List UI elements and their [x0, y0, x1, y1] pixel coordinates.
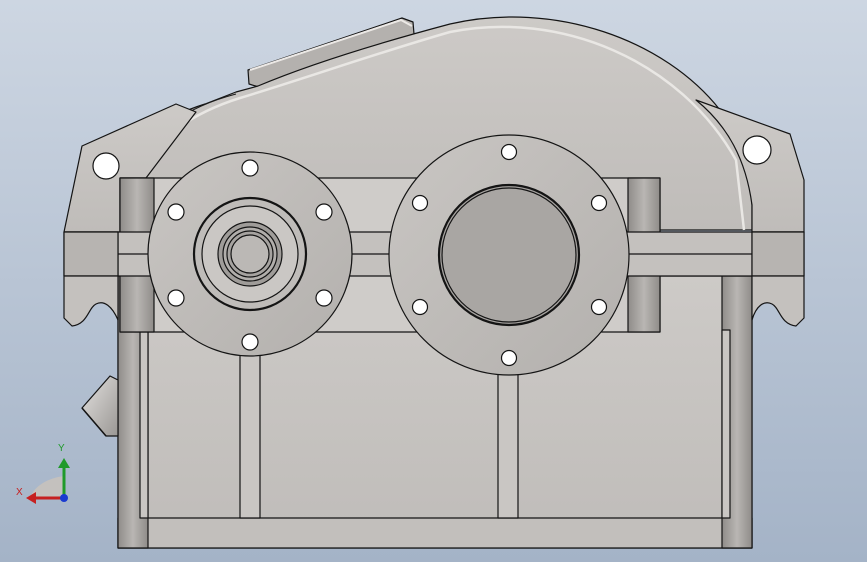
output-bearing-cap[interactable]	[388, 134, 630, 376]
x-axis-label: X	[16, 487, 23, 498]
base-flange	[117, 517, 753, 549]
view-orientation-triad[interactable]	[26, 458, 70, 504]
right-lower-ear	[751, 275, 805, 327]
gearbox-model[interactable]	[0, 0, 867, 562]
left-lower-ear	[63, 275, 119, 327]
input-bearing-cap[interactable]	[147, 151, 353, 357]
drain-pipe[interactable]	[81, 375, 119, 437]
graphics-viewport[interactable]: X Y	[0, 0, 867, 562]
triad-z-axis	[60, 494, 68, 502]
y-axis-label: Y	[58, 443, 65, 454]
input-shaft-seal[interactable]	[217, 221, 283, 287]
